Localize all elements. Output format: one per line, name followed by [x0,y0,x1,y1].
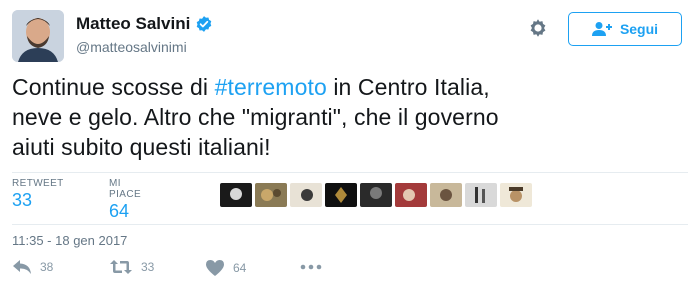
retweet-button[interactable]: 33 [109,259,154,275]
liker-avatar[interactable] [395,183,427,207]
likes-stat-value: 64 [109,201,130,221]
reply-icon [13,260,31,274]
follow-label: Segui [619,21,659,37]
divider [12,172,688,173]
divider [12,224,688,225]
reply-count: 38 [40,260,54,274]
like-button[interactable]: 64 [205,259,246,277]
tweet-timestamp[interactable]: 11:35 - 18 gen 2017 [12,233,127,248]
likes-stat-label: MI PIACE [109,178,142,200]
tweet-text-line: neve e gelo. Altro che "migranti", che i… [12,104,499,130]
author-name[interactable]: Matteo Salvini [76,14,190,34]
tweet-text: Continue scosse di #terremoto in Centro … [12,72,688,162]
liker-avatar[interactable] [360,183,392,207]
author-handle[interactable]: @matteosalvinimi [76,39,213,55]
retweet-count: 33 [141,260,155,274]
avatar[interactable] [12,10,64,62]
liker-avatar[interactable] [220,183,252,207]
tweet-header: Matteo Salvini @matteosalvinimi Segui [12,10,688,64]
liker-avatar[interactable] [430,183,462,207]
liker-avatar[interactable] [255,183,287,207]
like-count: 64 [233,261,247,275]
likes-stat[interactable]: MI PIACE 64 [109,178,141,222]
hashtag-link[interactable]: #terremoto [215,74,327,100]
tweet-text-part: Continue scosse di [12,74,215,100]
liker-avatar[interactable] [325,183,357,207]
tweet-text-line: aiuti subito questi italiani! [12,134,271,160]
retweet-stat[interactable]: RETWEET 33 [12,178,64,211]
tweet-text-part: in Centro Italia, [326,74,490,100]
verified-badge-icon [195,15,213,33]
author-block: Matteo Salvini @matteosalvinimi [76,14,213,55]
likers-avatars [220,183,532,207]
retweet-icon [110,260,132,274]
liker-avatar[interactable] [500,183,532,207]
follow-button[interactable]: Segui [568,12,682,46]
retweet-stat-value: 33 [12,190,33,210]
more-button[interactable] [300,261,322,273]
liker-avatar[interactable] [465,183,497,207]
liker-avatar[interactable] [290,183,322,207]
retweet-stat-label: RETWEET [12,178,64,189]
reply-button[interactable]: 38 [12,259,53,275]
gear-icon[interactable] [526,16,550,40]
heart-icon [206,260,224,276]
more-icon [300,264,322,270]
add-user-icon [591,22,612,36]
